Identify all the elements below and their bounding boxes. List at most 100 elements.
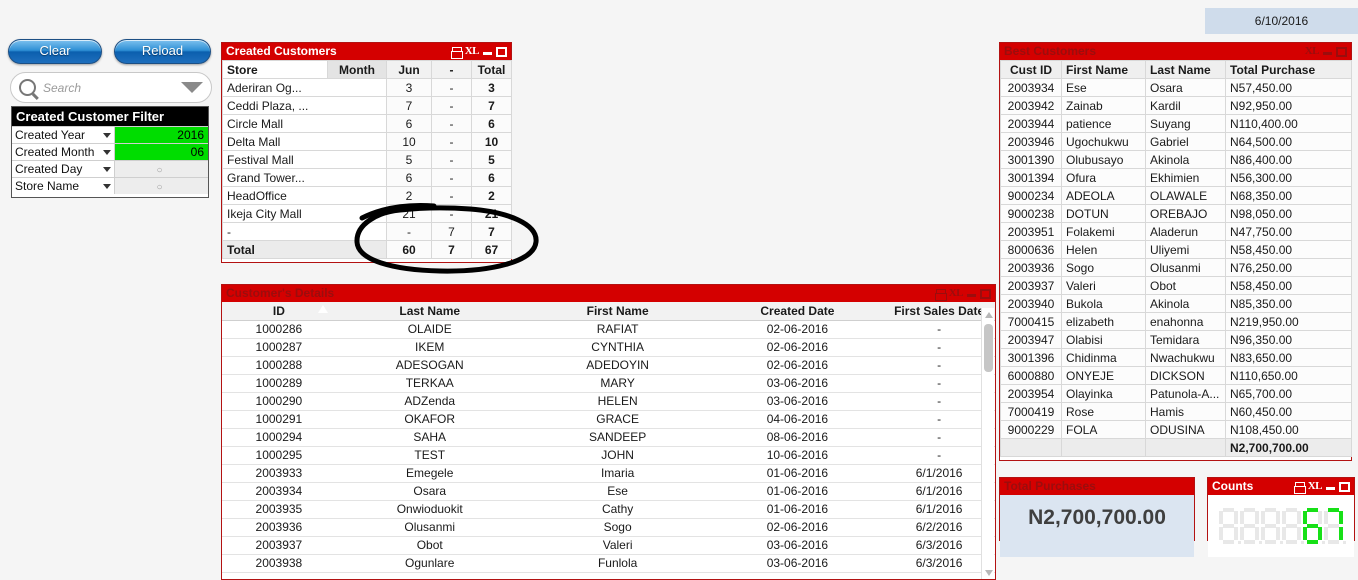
column-header-last-name[interactable]: Last Name bbox=[335, 302, 524, 321]
table-row[interactable]: 2003935 Onwioduokit Cathy 01-06-2016 6/1/201… bbox=[222, 500, 995, 519]
cell-dash[interactable]: - bbox=[431, 168, 472, 187]
cell-dash[interactable]: - bbox=[431, 186, 472, 205]
minimize-icon[interactable] bbox=[967, 289, 976, 299]
cell-total-purchase[interactable]: N219,950.00 bbox=[1225, 312, 1352, 331]
cell-last-name[interactable]: Akinola bbox=[1145, 294, 1226, 313]
chevron-down-icon[interactable] bbox=[100, 127, 114, 143]
cell-first-name[interactable]: RAFIAT bbox=[523, 320, 712, 339]
cell-jun[interactable]: 21 bbox=[386, 204, 432, 223]
table-row[interactable]: HeadOffice 2 - 2 bbox=[222, 186, 512, 205]
column-header-total[interactable]: Total bbox=[471, 60, 512, 79]
cell-store[interactable]: Ikeja City Mall bbox=[222, 204, 387, 223]
cell-first-name[interactable]: Cathy bbox=[523, 500, 712, 519]
cell-first-name[interactable]: Ese bbox=[1061, 78, 1146, 97]
cell-total-purchase[interactable]: N58,450.00 bbox=[1225, 276, 1352, 295]
cell-store[interactable]: Ceddi Plaza, ... bbox=[222, 96, 387, 115]
filter-value[interactable] bbox=[114, 178, 208, 194]
cell-jun[interactable]: 6 bbox=[386, 168, 432, 187]
cell-first-name[interactable]: Chidinma bbox=[1061, 348, 1146, 367]
cell-first-name[interactable]: MARY bbox=[523, 374, 712, 393]
cell-cust-id[interactable]: 2003934 bbox=[1000, 78, 1062, 97]
cell-cust-id[interactable]: 2003942 bbox=[1000, 96, 1062, 115]
cell-cust-id[interactable]: 3001396 bbox=[1000, 348, 1062, 367]
table-row[interactable]: 2003947 Olabisi Temidara N96,350.00 bbox=[1000, 330, 1352, 349]
cell-cust-id[interactable]: 2003946 bbox=[1000, 132, 1062, 151]
cell-last-name[interactable]: OREBAJO bbox=[1145, 204, 1226, 223]
cell-jun[interactable]: 10 bbox=[386, 132, 432, 151]
cell-cust-id[interactable]: 9000234 bbox=[1000, 186, 1062, 205]
cell-total[interactable]: 5 bbox=[471, 150, 512, 169]
cell-last-name[interactable]: ADZenda bbox=[335, 392, 524, 411]
cell-created-date[interactable]: 02-06-2016 bbox=[711, 356, 884, 375]
cell-created-date[interactable]: 01-06-2016 bbox=[711, 482, 884, 501]
table-row[interactable]: 9000229 FOLA ODUSINA N108,450.00 bbox=[1000, 420, 1352, 439]
cell-first-name[interactable]: FOLA bbox=[1061, 420, 1146, 439]
table-row[interactable]: 2003934 Osara Ese 01-06-2016 6/1/2016 bbox=[222, 482, 995, 501]
table-row[interactable]: 2003937 Obot Valeri 03-06-2016 6/3/2016 bbox=[222, 536, 995, 555]
cell-first-name[interactable]: Rose bbox=[1061, 402, 1146, 421]
cell-last-name[interactable]: DICKSON bbox=[1145, 366, 1226, 385]
cell-store[interactable]: Festival Mall bbox=[222, 150, 387, 169]
cell-first-name[interactable]: Valeri bbox=[1061, 276, 1146, 295]
cell-first-name[interactable]: Sogo bbox=[1061, 258, 1146, 277]
table-row[interactable]: 9000238 DOTUN OREBAJO N98,050.00 bbox=[1000, 204, 1352, 223]
cell-last-name[interactable]: Akinola bbox=[1145, 150, 1226, 169]
cell-cust-id[interactable]: 2003944 bbox=[1000, 114, 1062, 133]
minimize-icon[interactable] bbox=[1326, 482, 1335, 492]
cell-first-name[interactable]: ADEDOYIN bbox=[523, 356, 712, 375]
table-row[interactable]: 2003933 Emegele Imaria 01-06-2016 6/1/2016 bbox=[222, 464, 995, 483]
cell-total-purchase[interactable]: N83,650.00 bbox=[1225, 348, 1352, 367]
table-row[interactable]: - - 7 7 bbox=[222, 222, 512, 241]
cell-first-name[interactable]: Ugochukwu bbox=[1061, 132, 1146, 151]
cell-store[interactable]: HeadOffice bbox=[222, 186, 387, 205]
cell-last-name[interactable]: ADESOGAN bbox=[335, 356, 524, 375]
cell-first-name[interactable]: elizabeth bbox=[1061, 312, 1146, 331]
clear-button[interactable]: Clear bbox=[8, 39, 102, 64]
column-header-jun[interactable]: Jun bbox=[386, 60, 432, 79]
table-row[interactable]: 2003937 Valeri Obot N58,450.00 bbox=[1000, 276, 1352, 295]
cell-last-name[interactable]: Obot bbox=[335, 536, 524, 555]
cell-last-name[interactable]: OKAFOR bbox=[335, 410, 524, 429]
table-row[interactable]: Aderiran Og... 3 - 3 bbox=[222, 78, 512, 97]
chevron-down-icon[interactable] bbox=[100, 144, 114, 160]
cell-first-sales-date[interactable]: - bbox=[883, 320, 995, 339]
filter-row-created-month[interactable]: Created Month 06 bbox=[12, 143, 208, 160]
table-row[interactable]: 2003938 Ogunlare Funlola 03-06-2016 6/3/2016 bbox=[222, 554, 995, 573]
cell-first-sales-date[interactable]: 6/3/2016 bbox=[883, 554, 995, 573]
cell-created-date[interactable]: 03-06-2016 bbox=[711, 554, 884, 573]
excel-icon[interactable]: XL bbox=[1305, 46, 1320, 57]
cell-total[interactable]: 2 bbox=[471, 186, 512, 205]
cell-jun[interactable]: 2 bbox=[386, 186, 432, 205]
cell-cust-id[interactable]: 7000415 bbox=[1000, 312, 1062, 331]
cell-first-name[interactable]: SANDEEP bbox=[523, 428, 712, 447]
cell-first-sales-date[interactable]: - bbox=[883, 410, 995, 429]
cell-cust-id[interactable]: 7000419 bbox=[1000, 402, 1062, 421]
cell-first-sales-date[interactable]: 6/1/2016 bbox=[883, 500, 995, 519]
cell-last-name[interactable]: Patunola-A... bbox=[1145, 384, 1226, 403]
cell-created-date[interactable]: 04-06-2016 bbox=[711, 410, 884, 429]
cell-cust-id[interactable]: 2003940 bbox=[1000, 294, 1062, 313]
table-row[interactable]: 2003954 Olayinka Patunola-A... N65,700.00 bbox=[1000, 384, 1352, 403]
cell-first-name[interactable]: Valeri bbox=[523, 536, 712, 555]
cell-cust-id[interactable]: 2003954 bbox=[1000, 384, 1062, 403]
cell-first-name[interactable]: patience bbox=[1061, 114, 1146, 133]
cell-first-name[interactable]: Bukola bbox=[1061, 294, 1146, 313]
table-row[interactable]: 3001394 Ofura Ekhimien N56,300.00 bbox=[1000, 168, 1352, 187]
cell-first-sales-date[interactable]: 6/1/2016 bbox=[883, 464, 995, 483]
cell-store[interactable]: Circle Mall bbox=[222, 114, 387, 133]
cell-total-purchase[interactable]: N108,450.00 bbox=[1225, 420, 1352, 439]
table-row[interactable]: Circle Mall 6 - 6 bbox=[222, 114, 512, 133]
column-header-first-name[interactable]: First Name bbox=[1061, 60, 1146, 79]
cell-id[interactable]: 1000294 bbox=[222, 428, 336, 447]
cell-total-purchase[interactable]: N64,500.00 bbox=[1225, 132, 1352, 151]
cell-cust-id[interactable]: 2003936 bbox=[1000, 258, 1062, 277]
table-row[interactable]: 2003944 patience Suyang N110,400.00 bbox=[1000, 114, 1352, 133]
cell-id[interactable]: 1000287 bbox=[222, 338, 336, 357]
cell-cust-id[interactable]: 3001390 bbox=[1000, 150, 1062, 169]
column-header-first-name[interactable]: First Name bbox=[523, 302, 712, 321]
cell-total-purchase[interactable]: N65,700.00 bbox=[1225, 384, 1352, 403]
table-row[interactable]: 1000289 TERKAA MARY 03-06-2016- bbox=[222, 374, 995, 393]
cell-cust-id[interactable]: 6000880 bbox=[1000, 366, 1062, 385]
cell-first-name[interactable]: Ofura bbox=[1061, 168, 1146, 187]
cell-store[interactable]: Delta Mall bbox=[222, 132, 387, 151]
